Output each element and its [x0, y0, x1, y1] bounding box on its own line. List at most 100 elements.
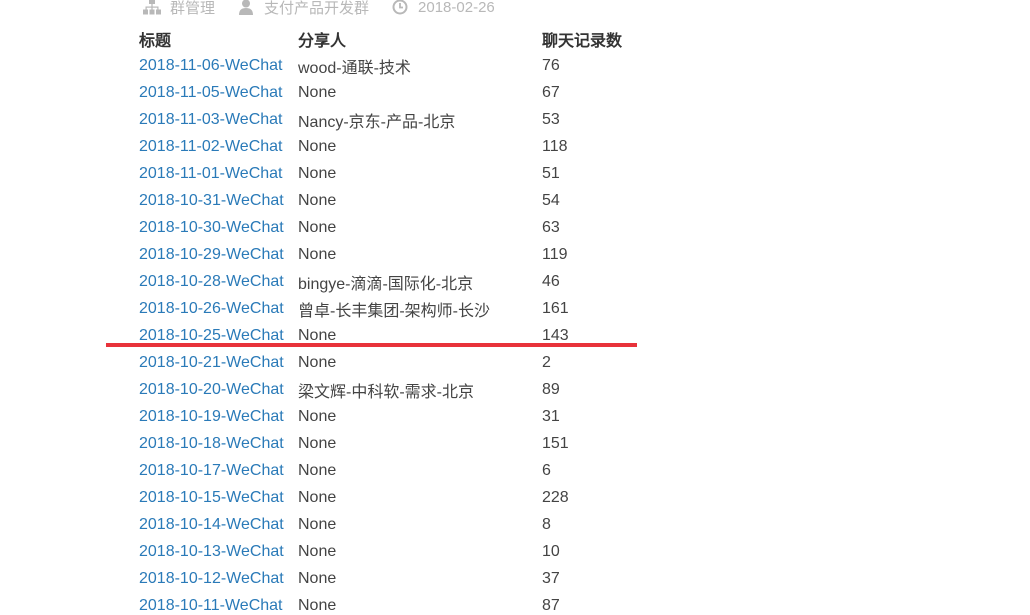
count-cell: 10 [542, 542, 560, 560]
sharer-cell: 曾卓-长丰集团-架构师-长沙 [298, 302, 490, 320]
count-cell: 46 [542, 272, 560, 290]
title-cell: 2018-10-21-WeChat [139, 349, 298, 376]
sharer-cell: None [298, 164, 337, 182]
title-cell: 2018-11-01-WeChat [139, 160, 298, 187]
record-title-link[interactable]: 2018-10-12-WeChat [139, 570, 284, 587]
title-cell: 2018-11-05-WeChat [139, 79, 298, 106]
title-cell: 2018-10-31-WeChat [139, 187, 298, 214]
record-title-link[interactable]: 2018-10-14-WeChat [139, 516, 284, 533]
sharer-cell: Nancy-京东-产品-北京 [298, 113, 456, 131]
record-title-link[interactable]: 2018-11-02-WeChat [139, 138, 283, 155]
sharer-cell: None [298, 83, 337, 101]
table-row: 2018-10-29-WeChat None 119 [139, 241, 642, 268]
record-title-link[interactable]: 2018-10-19-WeChat [139, 408, 284, 425]
record-title-link[interactable]: 2018-10-30-WeChat [139, 219, 284, 236]
record-title-link[interactable]: 2018-10-31-WeChat [139, 192, 284, 209]
count-cell: 2 [542, 353, 551, 371]
title-cell: 2018-10-29-WeChat [139, 241, 298, 268]
sharer-cell: None [298, 434, 337, 452]
highlight-underline [106, 343, 637, 347]
table-row: 2018-10-28-WeChat bingye-滴滴-国际化-北京 46 [139, 268, 642, 295]
title-cell: 2018-10-18-WeChat [139, 430, 298, 457]
record-title-link[interactable]: 2018-11-01-WeChat [139, 165, 283, 182]
header-title: 标题 [139, 33, 172, 50]
count-cell: 54 [542, 191, 560, 209]
table-row: 2018-10-26-WeChat 曾卓-长丰集团-架构师-长沙 161 [139, 295, 642, 322]
record-title-link[interactable]: 2018-10-25-WeChat [139, 327, 284, 344]
count-cell: 31 [542, 407, 560, 425]
sharer-cell: None [298, 137, 337, 155]
record-title-link[interactable]: 2018-10-28-WeChat [139, 273, 284, 290]
count-cell: 51 [542, 164, 560, 182]
count-cell: 161 [542, 299, 569, 317]
table-row: 2018-10-12-WeChat None 37 [139, 565, 642, 592]
table-row: 2018-11-05-WeChat None 67 [139, 79, 642, 106]
sharer-cell: None [298, 353, 337, 371]
count-cell: 63 [542, 218, 560, 236]
record-title-link[interactable]: 2018-10-13-WeChat [139, 543, 284, 560]
title-cell: 2018-10-30-WeChat [139, 214, 298, 241]
count-cell: 118 [542, 137, 568, 155]
record-title-link[interactable]: 2018-10-21-WeChat [139, 354, 284, 371]
sharer-cell: None [298, 191, 337, 209]
header-sharer: 分享人 [298, 33, 347, 50]
record-title-link[interactable]: 2018-11-06-WeChat [139, 57, 283, 74]
table-row: 2018-10-11-WeChat None 87 [139, 592, 642, 615]
count-cell: 151 [542, 434, 569, 452]
record-title-link[interactable]: 2018-10-15-WeChat [139, 489, 284, 506]
title-cell: 2018-10-15-WeChat [139, 484, 298, 511]
date-text: 2018-02-26 [418, 0, 495, 16]
record-title-link[interactable]: 2018-10-20-WeChat [139, 381, 284, 398]
count-cell: 119 [542, 245, 568, 263]
sharer-cell: None [298, 542, 337, 560]
sharer-cell: 梁文辉-中科软-需求-北京 [298, 383, 474, 401]
sitemap-icon [143, 0, 161, 15]
title-cell: 2018-10-20-WeChat [139, 376, 298, 403]
record-title-link[interactable]: 2018-10-26-WeChat [139, 300, 284, 317]
table-row: 2018-10-17-WeChat None 6 [139, 457, 642, 484]
count-cell: 8 [542, 515, 551, 533]
record-title-link[interactable]: 2018-10-18-WeChat [139, 435, 284, 452]
title-cell: 2018-10-28-WeChat [139, 268, 298, 295]
sharer-cell: bingye-滴滴-国际化-北京 [298, 275, 474, 293]
title-cell: 2018-11-06-WeChat [139, 52, 298, 79]
sharer-cell: None [298, 245, 337, 263]
group-meta-bar: 群管理 支付产品开发群 2018-02-26 [143, 0, 517, 18]
title-cell: 2018-10-17-WeChat [139, 457, 298, 484]
table-row: 2018-11-03-WeChat Nancy-京东-产品-北京 53 [139, 106, 642, 133]
sharer-cell: wood-通联-技术 [298, 59, 411, 77]
title-cell: 2018-10-19-WeChat [139, 403, 298, 430]
record-title-link[interactable]: 2018-10-11-WeChat [139, 597, 283, 614]
title-cell: 2018-10-26-WeChat [139, 295, 298, 322]
clock-icon [391, 0, 409, 15]
count-cell: 6 [542, 461, 551, 479]
meta-group-label: 群管理 [143, 0, 215, 18]
table-header-row: 标题 分享人 聊天记录数 [139, 26, 642, 52]
chat-records-table: 标题 分享人 聊天记录数 2018-11-06-WeChat wood-通联-技… [139, 26, 642, 615]
sharer-cell: None [298, 596, 337, 614]
count-cell: 37 [542, 569, 560, 587]
record-title-link[interactable]: 2018-11-05-WeChat [139, 84, 283, 101]
title-cell: 2018-10-11-WeChat [139, 592, 298, 615]
group-name-text: 支付产品开发群 [264, 0, 370, 17]
meta-group-name: 支付产品开发群 [237, 0, 369, 18]
table-row: 2018-11-06-WeChat wood-通联-技术 76 [139, 52, 642, 79]
title-cell: 2018-11-03-WeChat [139, 106, 298, 133]
table-row: 2018-10-18-WeChat None 151 [139, 430, 642, 457]
header-count: 聊天记录数 [542, 33, 623, 50]
group-label-text: 群管理 [170, 0, 216, 17]
user-icon [237, 0, 255, 15]
record-title-link[interactable]: 2018-10-17-WeChat [139, 462, 284, 479]
count-cell: 76 [542, 56, 560, 74]
title-cell: 2018-10-12-WeChat [139, 565, 298, 592]
table-row: 2018-10-13-WeChat None 10 [139, 538, 642, 565]
count-cell: 53 [542, 110, 560, 128]
table-row: 2018-10-31-WeChat None 54 [139, 187, 642, 214]
count-cell: 67 [542, 83, 560, 101]
title-cell: 2018-10-13-WeChat [139, 538, 298, 565]
sharer-cell: None [298, 218, 337, 236]
meta-date: 2018-02-26 [391, 0, 495, 16]
table-row: 2018-11-02-WeChat None 118 [139, 133, 642, 160]
record-title-link[interactable]: 2018-11-03-WeChat [139, 111, 283, 128]
record-title-link[interactable]: 2018-10-29-WeChat [139, 246, 284, 263]
